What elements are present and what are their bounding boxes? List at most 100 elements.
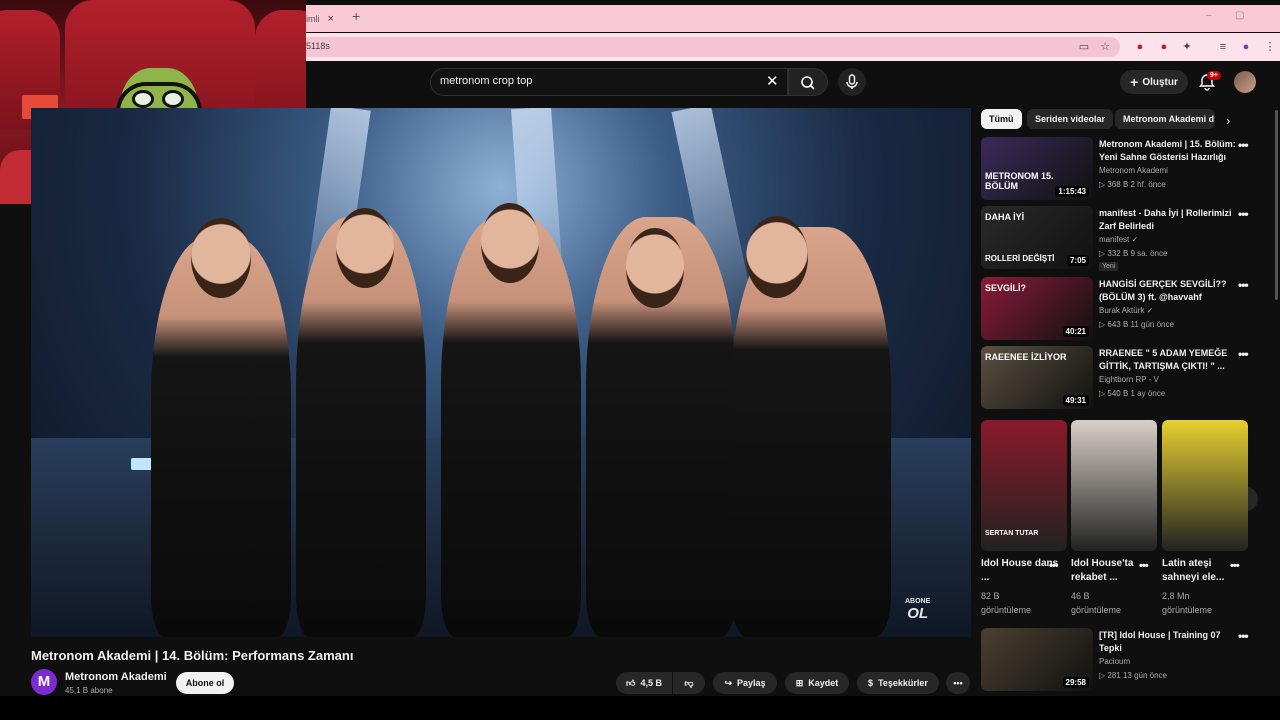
share-icon: ↪ [724, 677, 732, 688]
short-thumbnail[interactable] [1071, 420, 1157, 551]
cast-icon[interactable]: ▭ [1077, 40, 1091, 54]
profile-icon[interactable]: ● [1239, 40, 1253, 54]
video-meta: ▷ 332 B 9 sa. önce [1099, 249, 1168, 258]
thumbs-up-icon: 👍︎ [626, 677, 636, 688]
duration-badge: 7:05 [1066, 255, 1089, 266]
save-button[interactable]: ⊞ Kaydet [785, 672, 849, 694]
dancer-head [746, 216, 808, 298]
short-menu-icon[interactable]: ••• [1230, 560, 1240, 572]
thumbs-down-icon: 👎︎ [684, 677, 694, 688]
thumbnail-text: RAEENEE İZLİYOR [985, 352, 1067, 362]
url-text: 5118s [306, 41, 330, 51]
subscribe-watermark[interactable]: ABONE OL [905, 596, 930, 621]
browser-menu-icon[interactable]: ⋮ [1263, 40, 1277, 54]
duration-badge: 49:31 [1062, 395, 1089, 406]
short-views: 82 B görüntüleme [981, 589, 1061, 617]
clear-search-icon[interactable]: ✕ [766, 72, 779, 90]
dancer-head [191, 218, 251, 298]
share-button[interactable]: ↪ Paylaş [713, 672, 777, 694]
tab-close-icon[interactable]: × [328, 13, 334, 25]
extension-icon[interactable]: ● [1133, 40, 1147, 54]
dislike-button[interactable]: 👎︎ [673, 672, 705, 694]
duration-badge: 29:58 [1062, 677, 1089, 688]
voice-search-button[interactable] [838, 68, 866, 96]
thanks-button[interactable]: $ Teşekkürler [857, 672, 939, 694]
short-thumbnail[interactable] [1162, 420, 1248, 551]
video-menu-icon[interactable]: ••• [1238, 347, 1249, 361]
chip-next-icon[interactable]: › [1226, 113, 1230, 128]
search-query: metronom crop top [440, 75, 533, 87]
thumbnail-text: ROLLERİ DEĞİŞTİ [985, 254, 1055, 263]
short-view-label: görüntüleme [1071, 605, 1122, 615]
save-label: Kaydet [808, 678, 839, 688]
video-channel[interactable]: manifest ✓ [1099, 235, 1138, 244]
video-menu-icon[interactable]: ••• [1238, 278, 1249, 292]
video-channel[interactable]: Pacioum [1099, 657, 1130, 666]
duration-badge: 40:21 [1062, 326, 1089, 337]
new-tab-icon[interactable]: + [352, 8, 360, 24]
video-title-link[interactable]: Metronom Akademi | 15. Bölüm: Yeni Sahne… [1099, 138, 1239, 164]
extension-icon[interactable]: ● [1157, 40, 1171, 54]
search-button[interactable] [788, 68, 828, 96]
video-meta: ▷ 368 B 2 hf. önce [1099, 180, 1166, 189]
browser-tab[interactable]: imli × [306, 9, 348, 29]
like-button[interactable]: 👍︎ 4,5 B [616, 672, 672, 694]
maximize-icon[interactable]: ▢ [1235, 10, 1244, 21]
channel-name[interactable]: Metronom Akademi [65, 671, 167, 683]
chip-all[interactable]: Tümü [981, 109, 1022, 129]
short-menu-icon[interactable]: ••• [1139, 560, 1149, 572]
minimize-icon[interactable]: – [1206, 10, 1212, 21]
user-avatar[interactable] [1234, 71, 1256, 93]
video-thumbnail[interactable]: DAHA İYİ ROLLERİ DEĞİŞTİ 7:05 [981, 206, 1093, 269]
more-actions-button[interactable]: ••• [946, 672, 970, 694]
video-thumbnail[interactable]: 29:58 [981, 628, 1093, 691]
notification-count-badge: 9+ [1207, 71, 1221, 80]
channel-avatar[interactable]: M [31, 669, 57, 695]
subscribe-button[interactable]: Abone ol [176, 672, 234, 694]
thumbnail-text: SEVGİLİ? [985, 283, 1027, 293]
video-menu-icon[interactable]: ••• [1238, 629, 1249, 643]
create-button[interactable]: + Oluştur [1120, 70, 1188, 94]
video-thumbnail[interactable]: RAEENEE İZLİYOR 49:31 [981, 346, 1093, 409]
video-menu-icon[interactable]: ••• [1238, 138, 1249, 152]
short-menu-icon[interactable]: ••• [1049, 560, 1059, 572]
video-meta: ▷ 540 B 1 ay önce [1099, 389, 1166, 398]
chip-series[interactable]: Seriden videolar [1027, 109, 1114, 129]
media-control-icon[interactable]: ≡ [1216, 40, 1230, 54]
video-thumbnail[interactable]: METRONOM 15. BÖLÜM 1:15:43 [981, 137, 1093, 200]
video-menu-icon[interactable]: ••• [1238, 207, 1249, 221]
extensions-puzzle-icon[interactable]: ✦ [1180, 40, 1194, 54]
video-channel[interactable]: Metronom Akademi [1099, 166, 1168, 175]
short-views: 46 B görüntüleme [1071, 589, 1151, 617]
video-meta: ▷ 281 13 gün önce [1099, 671, 1167, 680]
video-thumbnail[interactable]: SEVGİLİ? 40:21 [981, 277, 1093, 340]
video-title: Metronom Akademi | 14. Bölüm: Performans… [31, 648, 354, 663]
like-count: 4,5 B [640, 678, 662, 688]
url-field[interactable] [306, 37, 1120, 57]
create-label: Oluştur [1142, 76, 1178, 88]
short-thumb-text: SERTAN TUTAR [985, 530, 1039, 537]
thanks-icon: $ [868, 678, 874, 688]
video-channel[interactable]: Burak Aktürk ✓ [1099, 306, 1153, 315]
thumbnail-text: DAHA İYİ [985, 212, 1025, 222]
search-icon [801, 76, 815, 90]
subscriber-count: 45,1 B abone [65, 686, 113, 695]
plus-icon: + [1130, 74, 1139, 90]
short-view-label: görüntüleme [981, 605, 1032, 615]
video-title-link[interactable]: manifest - Daha İyi | Rollerimizi Zarf B… [1099, 207, 1239, 233]
scrollbar[interactable] [1275, 110, 1278, 300]
video-player[interactable] [31, 108, 971, 637]
video-title-link[interactable]: HANGİSİ GERÇEK SEVGİLİ?? (BÖLÜM 3) ft. @… [1099, 278, 1239, 304]
video-title-link[interactable]: [TR] Idol House | Training 07 Tepki [1099, 629, 1239, 655]
bottom-bar [0, 696, 1280, 720]
video-channel[interactable]: Eightborn RP - V [1099, 375, 1159, 384]
bookmark-star-icon[interactable]: ☆ [1098, 40, 1112, 54]
short-thumbnail[interactable]: SERTAN TUTAR [981, 420, 1067, 551]
duration-badge: 1:15:43 [1055, 186, 1089, 197]
video-meta: ▷ 643 B 11 gün önce [1099, 320, 1174, 329]
short-view-count: 82 B [981, 591, 1000, 601]
video-title-link[interactable]: RRAENEE " 5 ADAM YEMEĞE GİTTİK, TARTIŞMA… [1099, 347, 1239, 373]
share-label: Paylaş [737, 678, 766, 688]
save-icon: ⊞ [795, 677, 804, 688]
chip-channel[interactable]: Metronom Akademi d [1115, 109, 1215, 129]
